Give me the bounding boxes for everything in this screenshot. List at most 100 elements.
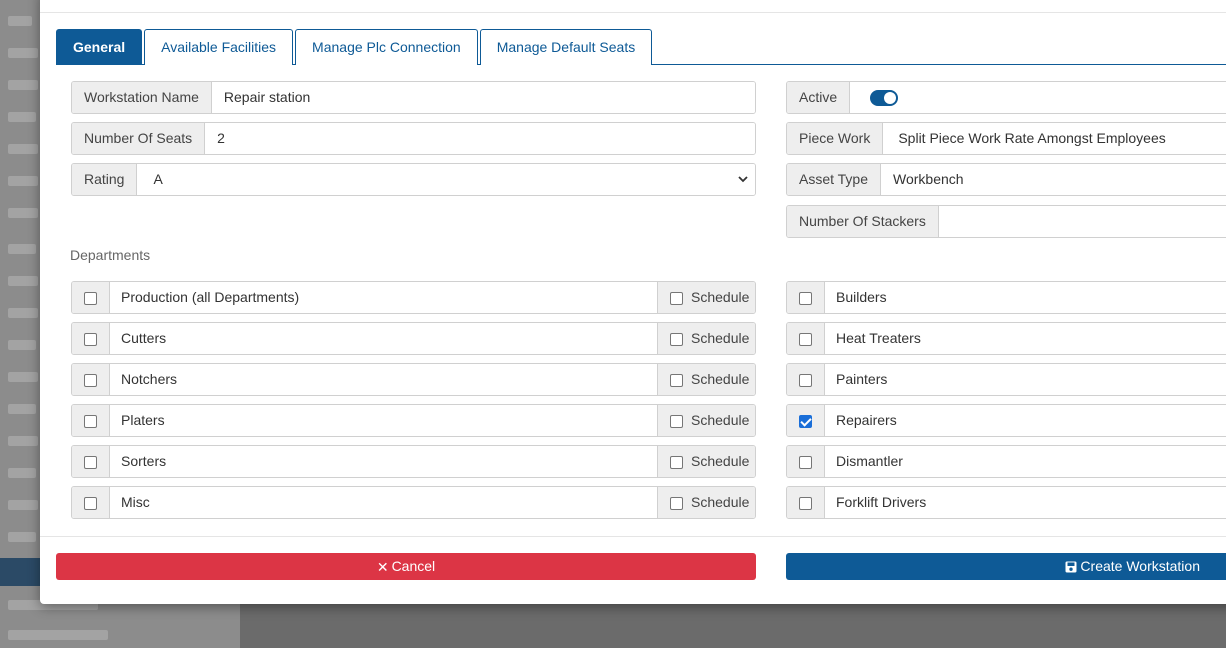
department-checkbox[interactable] <box>799 333 812 346</box>
department-row-left: Platers Schedule <box>71 404 756 437</box>
schedule-label: Schedule <box>691 412 750 428</box>
cancel-button-label: Cancel <box>391 558 436 574</box>
departments-heading: Departments <box>70 247 151 263</box>
close-icon: ✕ <box>376 558 389 575</box>
chevron-down-icon <box>738 176 748 183</box>
number-of-seats-input[interactable] <box>205 123 755 154</box>
department-name: Forklift Drivers <box>836 494 927 510</box>
department-checkbox[interactable] <box>799 456 812 469</box>
department-name: Repairers <box>836 412 897 428</box>
department-name: Misc <box>121 494 150 510</box>
department-checkbox-cell <box>72 323 110 354</box>
department-checkbox[interactable] <box>84 456 97 469</box>
department-checkbox[interactable] <box>84 374 97 387</box>
number-of-seats-label: Number Of Seats <box>72 123 206 154</box>
schedule-cell: Schedule <box>657 487 755 518</box>
department-checkbox[interactable] <box>84 415 97 428</box>
department-name: Sorters <box>121 453 167 469</box>
active-group: Active <box>786 81 1226 114</box>
department-row-left: Production (all Departments) Schedule <box>71 281 756 314</box>
rating-label: Rating <box>72 164 138 195</box>
department-row-left: Notchers Schedule <box>71 363 756 396</box>
schedule-checkbox[interactable] <box>670 456 683 469</box>
active-toggle[interactable] <box>870 90 899 106</box>
create-workstation-button[interactable]: Create Workstation <box>786 553 1226 580</box>
schedule-cell: Schedule <box>657 323 755 354</box>
cancel-button[interactable]: ✕ Cancel <box>56 553 756 580</box>
department-name: Builders <box>836 289 887 305</box>
department-checkbox[interactable] <box>799 292 812 305</box>
department-name: Dismantler <box>836 453 903 469</box>
schedule-label: Schedule <box>691 330 750 346</box>
department-checkbox-cell <box>787 282 825 313</box>
schedule-cell: Schedule <box>657 405 755 436</box>
workstation-name-input[interactable] <box>211 82 755 113</box>
tab-general[interactable]: General <box>56 29 143 65</box>
number-of-stackers-input[interactable] <box>938 206 1226 237</box>
create-workstation-button-label: Create Workstation <box>1080 558 1200 574</box>
number-of-stackers-field[interactable] <box>950 213 1226 229</box>
schedule-checkbox[interactable] <box>670 497 683 510</box>
create-workstation-modal: General Available Facilities Manage Plc … <box>40 0 1226 604</box>
department-checkbox[interactable] <box>84 292 97 305</box>
tab-available-facilities[interactable]: Available Facilities <box>144 29 294 65</box>
schedule-cell: Schedule <box>657 282 755 313</box>
schedule-checkbox[interactable] <box>670 292 683 305</box>
schedule-label: Schedule <box>691 494 750 510</box>
department-checkbox-cell <box>72 364 110 395</box>
department-checkbox[interactable] <box>799 497 812 510</box>
piece-work-label: Piece Work <box>787 123 884 154</box>
department-name: Production (all Departments) <box>121 289 300 305</box>
active-toggle-wrap <box>850 82 1226 113</box>
department-name: Notchers <box>121 371 178 387</box>
number-of-seats-field[interactable] <box>217 130 743 146</box>
department-checkbox-cell <box>787 487 825 518</box>
rating-select[interactable]: A <box>137 164 755 195</box>
department-checkbox[interactable] <box>799 374 812 387</box>
department-row-left: Cutters Schedule <box>71 322 756 355</box>
workstation-name-group: Workstation Name <box>71 81 756 114</box>
department-checkbox-cell <box>72 282 110 313</box>
schedule-label: Schedule <box>691 453 750 469</box>
rating-group: Rating A <box>71 163 756 196</box>
department-row-right: Heat Treaters <box>786 322 1226 355</box>
schedule-label: Schedule <box>691 289 750 305</box>
department-name: Heat Treaters <box>836 330 921 346</box>
department-checkbox[interactable] <box>799 415 812 428</box>
schedule-cell: Schedule <box>657 446 755 477</box>
department-checkbox-cell <box>787 323 825 354</box>
number-of-stackers-group: Number Of Stackers <box>786 205 1226 238</box>
asset-type-label: Asset Type <box>787 164 882 195</box>
department-name: Platers <box>121 412 165 428</box>
tab-manage-default-seats[interactable]: Manage Default Seats <box>479 29 653 65</box>
department-checkbox[interactable] <box>84 333 97 346</box>
asset-type-select[interactable]: Workbench <box>881 164 1226 195</box>
department-checkbox[interactable] <box>84 497 97 510</box>
department-row-right: Painters <box>786 363 1226 396</box>
schedule-checkbox[interactable] <box>670 374 683 387</box>
schedule-cell: Schedule <box>657 364 755 395</box>
tab-manage-plc-connection[interactable]: Manage Plc Connection <box>295 29 478 65</box>
department-name: Cutters <box>121 330 167 346</box>
department-checkbox-cell <box>72 487 110 518</box>
department-checkbox-cell <box>72 446 110 477</box>
number-of-stackers-label: Number Of Stackers <box>787 206 939 237</box>
department-checkbox-cell <box>787 446 825 477</box>
schedule-label: Schedule <box>691 371 750 387</box>
department-checkbox-cell <box>787 364 825 395</box>
tab-bar: General Available Facilities Manage Plc … <box>56 29 1226 65</box>
department-row-right: Builders <box>786 281 1226 314</box>
active-label: Active <box>787 82 851 113</box>
schedule-checkbox[interactable] <box>670 415 683 428</box>
workstation-name-label: Workstation Name <box>72 82 212 113</box>
workstation-name-field[interactable] <box>223 89 743 105</box>
department-row-right: Dismantler <box>786 445 1226 478</box>
department-row-right: Forklift Drivers <box>786 486 1226 519</box>
piece-work-group: Piece Work Split Piece Work Rate Amongst… <box>786 122 1226 155</box>
schedule-checkbox[interactable] <box>670 333 683 346</box>
piece-work-select[interactable]: Split Piece Work Rate Amongst Employees <box>883 123 1226 154</box>
department-name: Painters <box>836 371 888 387</box>
department-checkbox-cell <box>72 405 110 436</box>
department-checkbox-cell <box>787 405 825 436</box>
number-of-seats-group: Number Of Seats <box>71 122 756 155</box>
